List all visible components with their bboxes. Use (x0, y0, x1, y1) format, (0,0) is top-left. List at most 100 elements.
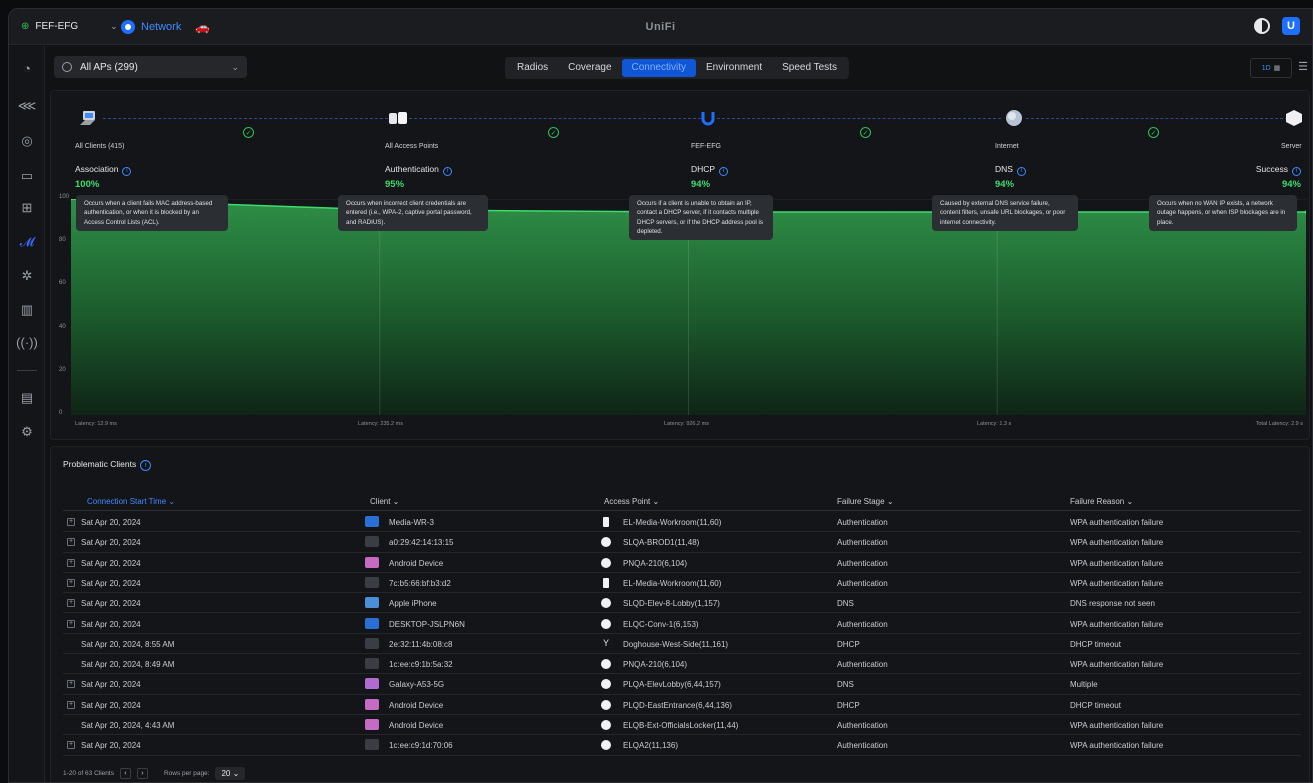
user-avatar[interactable]: U (1282, 17, 1300, 35)
cell-client[interactable]: Android Device (389, 721, 443, 730)
info-icon[interactable]: i (140, 460, 152, 471)
cell-client[interactable]: 2e:32:11:4b:08:c8 (389, 640, 452, 649)
ports-icon[interactable]: ⊞ (17, 198, 37, 218)
cell-access-point[interactable]: EL-Media-Workroom(11,60) (623, 579, 721, 588)
table-row[interactable]: + Sat Apr 20, 2024 Media-WR-3 EL-Media-Work… (63, 512, 1301, 533)
expand-row-icon[interactable]: + (67, 518, 75, 526)
cell-client[interactable]: Galaxy-A53-5G (389, 680, 444, 689)
cell-access-point[interactable]: ELQA2(11,136) (623, 741, 678, 750)
cell-client[interactable]: Apple iPhone (389, 599, 437, 608)
check-circle-icon: ✓ (860, 127, 871, 138)
topology-icon[interactable]: ⋘ (17, 96, 37, 116)
cell-access-point[interactable]: ELQB-Ext-OfficialsLocker(11,44) (623, 721, 738, 730)
cell-connection-time: Sat Apr 20, 2024, 4:43 AM (81, 721, 175, 730)
tab-coverage[interactable]: Coverage (558, 59, 621, 77)
stat-success-value: 94% (1281, 179, 1301, 190)
info-icon[interactable]: i (442, 167, 452, 176)
prev-page-button[interactable]: ‹ (119, 768, 131, 779)
table-row[interactable]: + Sat Apr 20, 2024 1c:ee:c9:1d:70:06 ELQA2(… (63, 735, 1301, 756)
problematic-clients-heading: Problematic Clients (63, 459, 137, 469)
info-icon[interactable]: i (719, 167, 729, 176)
protect-car-icon[interactable]: 🚗 (195, 20, 210, 34)
info-icon[interactable]: i (122, 167, 132, 176)
statistics-icon[interactable]: ▥ (17, 300, 37, 320)
y-tick-label: 100 (59, 194, 70, 200)
rows-per-page-label: Rows per page: (163, 770, 210, 777)
cell-connection-time: Sat Apr 20, 2024 (81, 680, 141, 690)
cell-client[interactable]: a0:29:42:14:13:15 (389, 538, 454, 547)
client-device-icon (365, 617, 379, 629)
time-range-select[interactable]: 1D ▦ (1250, 58, 1292, 78)
radios-icon[interactable]: ((·)) (16, 332, 38, 352)
settings-gear-icon[interactable]: ✲ (17, 266, 37, 286)
cell-client[interactable]: DESKTOP-JSLPN6N (389, 620, 465, 629)
ap-filter-select[interactable]: All APs (299) ⌄ (54, 56, 247, 78)
table-row[interactable]: + Sat Apr 20, 2024 Galaxy-A53-5G PLQA-ElevL… (63, 674, 1301, 695)
check-circle-icon: ✓ (1148, 127, 1159, 138)
ap-filter-label: All APs (299) (80, 61, 138, 73)
table-row[interactable]: Sat Apr 20, 2024, 4:43 AM Android Device E… (63, 715, 1301, 736)
site-selector[interactable]: ⊕ FEF-EFG ⌄ (9, 21, 121, 32)
devices-icon[interactable]: ◎ (17, 131, 37, 151)
cell-access-point[interactable]: PNQA-210(6,104) (623, 559, 687, 568)
theme-toggle-icon[interactable] (1254, 18, 1270, 34)
dashboard-icon[interactable]: ◔ (17, 58, 37, 78)
cell-access-point[interactable]: EL-Media-Workroom(11,60) (623, 518, 721, 527)
col-label: Access Point (604, 497, 651, 506)
info-icon[interactable]: i (1292, 167, 1301, 176)
cell-access-point[interactable]: PLQD-EastEntrance(6,44,136) (623, 701, 732, 710)
expand-row-icon[interactable]: + (67, 741, 75, 750)
expand-row-icon[interactable]: + (67, 558, 75, 567)
table-row[interactable]: + Sat Apr 20, 2024 7c:b5:66:bf:b3:d2 EL-Med… (63, 573, 1301, 594)
calendar-icon: ▦ (1273, 65, 1281, 72)
cell-client[interactable]: 1c:ee:c9:1d:70:06 (389, 741, 453, 750)
cell-client[interactable]: Android Device (389, 559, 443, 568)
cell-access-point[interactable]: ELQC-Conv-1(6,153) (623, 620, 699, 629)
expand-row-icon[interactable]: + (67, 700, 75, 709)
rows-per-page-select[interactable]: 20 ⌄ (215, 767, 246, 780)
cell-client[interactable]: Media-WR-3 (389, 518, 434, 527)
cell-access-point[interactable]: SLQD-Elev-8-Lobby(1,157) (623, 599, 720, 608)
table-row[interactable]: Sat Apr 20, 2024, 8:55 AM 2e:32:11:4b:08:… (63, 634, 1301, 655)
filter-icon[interactable]: ☰ (1298, 60, 1308, 73)
table-row[interactable]: Sat Apr 20, 2024, 8:49 AM 1c:ee:c9:1b:5a:… (63, 654, 1301, 675)
expand-row-icon[interactable]: + (67, 538, 75, 547)
table-row[interactable]: + Sat Apr 20, 2024 Apple iPhone SLQD-Elev-8… (63, 593, 1301, 614)
cell-client[interactable]: 1c:ee:c9:1b:5a:32 (389, 660, 453, 669)
table-row[interactable]: + Sat Apr 20, 2024 a0:29:42:14:13:15 SLQA-B… (63, 532, 1301, 553)
col-client[interactable]: Client ⌄ (370, 497, 399, 506)
col-failure-stage[interactable]: Failure Stage ⌄ (837, 497, 894, 506)
y-tick-label: 80 (59, 237, 66, 244)
clients-icon[interactable]: ▭ (17, 166, 37, 186)
expand-row-icon[interactable]: + (67, 619, 75, 628)
tab-radios[interactable]: Radios (507, 59, 558, 77)
cell-access-point[interactable]: Doghouse-West-Side(11,161) (623, 640, 728, 649)
expand-row-icon[interactable]: + (67, 599, 75, 608)
insights-icon[interactable]: 𝓜 (17, 232, 37, 252)
next-page-button[interactable]: › (136, 768, 148, 779)
latency-authentication: Latency: 235.2 ms (358, 421, 403, 427)
expand-row-icon[interactable]: + (67, 578, 75, 587)
system-settings-icon[interactable]: ⚙ (17, 422, 37, 442)
tab-environment[interactable]: Environment (696, 59, 772, 77)
network-app-link[interactable]: Network (121, 19, 181, 34)
info-icon[interactable]: i (1016, 167, 1026, 176)
cell-access-point[interactable]: PLQA-ElevLobby(6,44,157) (623, 680, 721, 689)
expand-row-icon[interactable]: + (67, 680, 75, 689)
tab-connectivity[interactable]: Connectivity (621, 59, 696, 77)
y-tick-label: 20 (59, 366, 66, 373)
cell-access-point[interactable]: PNQA-210(6,104) (623, 660, 687, 669)
node-all-clients: All Clients (415) (75, 143, 125, 150)
table-row[interactable]: + Sat Apr 20, 2024 Android Device PNQA-210(… (63, 553, 1301, 573)
col-connection-start-time[interactable]: Connection Start Time ⌄ (87, 497, 175, 506)
table-row[interactable]: + Sat Apr 20, 2024 Android Device PLQD-East… (63, 695, 1301, 715)
tab-speed-tests[interactable]: Speed Tests (772, 59, 847, 77)
logs-icon[interactable]: ▤ (17, 388, 37, 408)
cell-client[interactable]: 7c:b5:66:bf:b3:d2 (389, 579, 451, 588)
cell-client[interactable]: Android Device (389, 701, 443, 710)
col-access-point[interactable]: Access Point ⌄ (604, 497, 659, 506)
table-row[interactable]: + Sat Apr 20, 2024 DESKTOP-JSLPN6N ELQC-Con… (63, 614, 1301, 634)
cell-access-point[interactable]: SLQA-BROD1(11,48) (623, 538, 699, 547)
col-failure-reason[interactable]: Failure Reason ⌄ (1070, 497, 1133, 506)
access-point-icon (389, 112, 407, 124)
